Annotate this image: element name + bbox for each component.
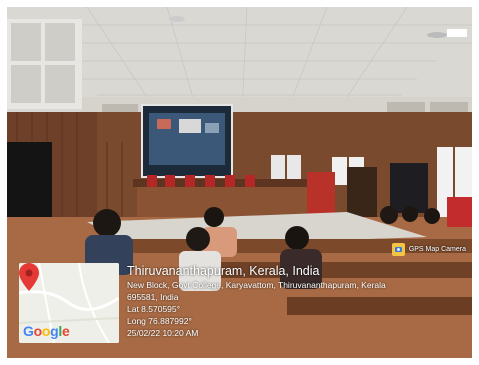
google-logo: Google [23,323,70,339]
gps-map-camera-badge: GPS Map Camera [391,243,466,256]
longitude: Long 76.887992° [127,316,192,326]
address-line-2: 695581, India [127,292,179,302]
camera-icon [391,243,405,256]
photo-frame: GPS Map Camera Google Thiruvananthapuram… [7,7,472,358]
location-info: Thiruvananthapuram, Kerala, India New Bl… [127,264,467,339]
location-title: Thiruvananthapuram, Kerala, India [127,264,320,278]
datetime: 25/02/22 10:20 AM [127,328,199,338]
gps-badge-label: GPS Map Camera [408,246,466,253]
map-pin-icon [19,263,39,291]
address-line-1: New Block, Govt College, Karyavattom, Th… [127,280,386,290]
map-thumbnail[interactable]: Google [19,263,119,343]
latitude: Lat 8.570595° [127,304,181,314]
